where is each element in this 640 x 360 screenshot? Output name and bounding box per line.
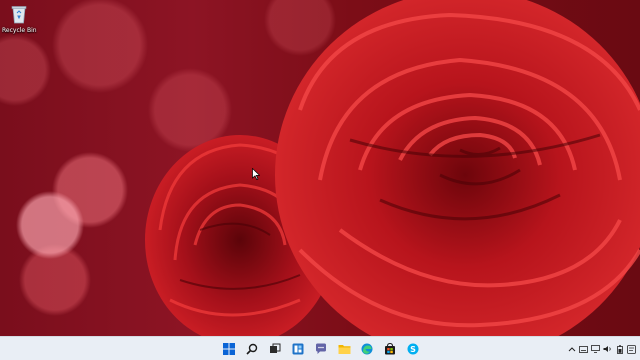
volume-icon[interactable] [603, 345, 612, 354]
battery-icon[interactable] [615, 344, 624, 354]
task-view-button[interactable] [266, 340, 284, 358]
store-icon [385, 343, 395, 355]
recycle-bin-icon [11, 4, 27, 24]
widgets-icon [292, 343, 304, 355]
desktop-icon-label: Recycle Bin [2, 27, 37, 34]
windows-logo-icon [223, 343, 235, 355]
edge-icon [361, 343, 373, 355]
desktop: Recycle Bin [0, 0, 640, 336]
skype-icon: S [407, 343, 419, 355]
system-tray [567, 341, 636, 357]
folder-icon [338, 345, 350, 354]
edge-button[interactable] [358, 340, 376, 358]
taskbar-pinned-apps: S [220, 340, 422, 358]
desktop-shortcut-recycle-bin[interactable]: Recycle Bin [2, 4, 37, 34]
chevron-up-icon[interactable] [567, 345, 576, 354]
start-button[interactable] [220, 340, 238, 358]
taskbar: S [0, 336, 640, 360]
search-button[interactable] [243, 340, 261, 358]
search-icon [246, 343, 258, 355]
svg-text:S: S [410, 345, 416, 354]
task-view-icon [270, 343, 281, 353]
mouse-cursor-icon [252, 168, 260, 180]
chat-icon [316, 343, 326, 354]
widgets-button[interactable] [289, 340, 307, 358]
network-icon[interactable] [591, 345, 600, 354]
store-button[interactable] [381, 340, 399, 358]
rose-wallpaper [145, 0, 640, 336]
file-explorer-button[interactable] [335, 340, 353, 358]
notification-icon[interactable] [627, 344, 636, 354]
skype-button[interactable]: S [404, 340, 422, 358]
chat-button[interactable] [312, 340, 330, 358]
keyboard-icon[interactable] [579, 345, 588, 354]
